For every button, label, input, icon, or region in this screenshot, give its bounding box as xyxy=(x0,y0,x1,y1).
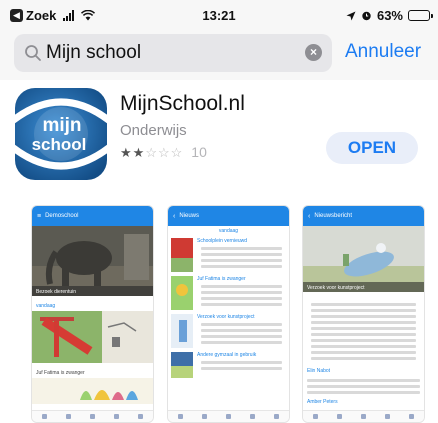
flowers-illustration xyxy=(32,378,153,404)
screenshot-3-nav: ‹ Nieuwsbericht xyxy=(303,206,424,226)
news-thumb-3 xyxy=(171,314,193,348)
comment-author-2: Amber Peters xyxy=(307,399,338,405)
screenshot-1-tabbar xyxy=(32,410,153,422)
news-title-1: Schoolplein vernieuwd xyxy=(197,238,248,244)
star-empty-icon: ☆ xyxy=(157,144,170,160)
open-button[interactable]: OPEN xyxy=(326,132,418,164)
app-icon-graphic: mijn school xyxy=(15,88,107,180)
status-bar: ◀ Zoek 13:21 63% xyxy=(0,0,438,28)
clear-search-icon[interactable]: × xyxy=(305,44,322,61)
app-icon[interactable]: mijn school xyxy=(15,88,107,180)
star-empty-icon: ☆ xyxy=(170,144,183,160)
search-icon xyxy=(25,45,41,61)
cancel-button[interactable]: Annuleer xyxy=(345,41,421,63)
screenshot-1-nav: ≡ Demoschool xyxy=(32,206,153,226)
news-thumb-1 xyxy=(171,238,193,272)
app-icon-text-bottom: school xyxy=(32,135,87,154)
elephant-photo: Bezoek dierentuin xyxy=(32,226,153,296)
screenshot-2-tabbar xyxy=(168,410,289,422)
screenshot-3[interactable]: ‹ Nieuwsbericht Verzoek voor kunstprojec… xyxy=(302,205,425,423)
search-row: × Annuleer xyxy=(14,34,434,72)
menu-icon: ≡ xyxy=(37,212,42,220)
news-title-2: Juf Fatima is zwanger xyxy=(197,276,246,282)
item-title: Juf Fatima is zwanger xyxy=(36,370,85,376)
news-item-2[interactable]: Juf Fatima is zwanger xyxy=(168,274,289,312)
search-field[interactable]: × xyxy=(14,34,332,72)
star-empty-icon: ☆ xyxy=(145,144,157,160)
back-chevron-icon: ‹ xyxy=(173,212,176,220)
article-body xyxy=(303,297,424,366)
alarm-icon xyxy=(362,11,371,21)
app-result[interactable]: mijn school MijnSchool.nl Onderwijs ★ ★ ☆ ☆… xyxy=(0,80,438,423)
location-arrow-icon xyxy=(346,11,356,20)
screenshot-2-nav: ‹ Nieuws xyxy=(168,206,289,226)
news-title-4: Andere gymzaal in gebruik xyxy=(197,352,257,358)
screenshot-2-title: Nieuws xyxy=(179,213,200,219)
news-date: vandaag xyxy=(218,228,239,234)
app-icon-text-top: mijn xyxy=(42,115,81,136)
star-filled-icon: ★ xyxy=(120,144,132,160)
photo-caption: Verzoek voor kunstproject xyxy=(307,285,365,291)
comment-author-1: Elin Nabot xyxy=(307,368,331,374)
back-chevron-icon: ‹ xyxy=(308,212,311,220)
screenshot-1-title: Demoschool xyxy=(45,213,79,219)
status-right: 63% xyxy=(346,8,433,23)
rating-count: 10 xyxy=(191,144,207,160)
screenshot-gallery[interactable]: ≡ Demoschool Bezoek dierentuin vandaag J… xyxy=(0,205,438,423)
section-label: vandaag xyxy=(36,303,56,309)
bottle-art-photo: Verzoek voor kunstproject xyxy=(303,226,424,292)
photo-caption: Bezoek dierentuin xyxy=(36,289,76,295)
screenshot-3-tabbar xyxy=(303,410,424,422)
screenshot-1[interactable]: ≡ Demoschool Bezoek dierentuin vandaag J… xyxy=(31,205,154,423)
battery-icon xyxy=(408,10,433,21)
search-input[interactable] xyxy=(46,34,296,72)
news-thumb-4 xyxy=(171,352,193,378)
news-item-3[interactable]: Verzoek voor kunstproject xyxy=(168,312,289,350)
screenshot-3-title: Nieuwsbericht xyxy=(314,213,353,219)
app-rating: ★ ★ ☆ ☆ ☆ 10 xyxy=(120,144,207,160)
star-filled-icon: ★ xyxy=(132,144,145,160)
playground-photo xyxy=(32,311,153,363)
news-item-4[interactable]: Andere gymzaal in gebruik xyxy=(168,350,289,380)
screenshot-2[interactable]: ‹ Nieuws vandaag Schoolplein vernieuwd J… xyxy=(167,205,290,423)
news-item-1[interactable]: Schoolplein vernieuwd xyxy=(168,236,289,274)
news-title-3: Verzoek voor kunstproject xyxy=(197,314,255,320)
battery-percent: 63% xyxy=(376,8,403,23)
news-thumb-2 xyxy=(171,276,193,310)
rating-stars: ★ ★ ☆ ☆ ☆ xyxy=(120,146,182,159)
app-category: Onderwijs xyxy=(120,122,187,139)
app-name[interactable]: MijnSchool.nl xyxy=(120,92,245,116)
